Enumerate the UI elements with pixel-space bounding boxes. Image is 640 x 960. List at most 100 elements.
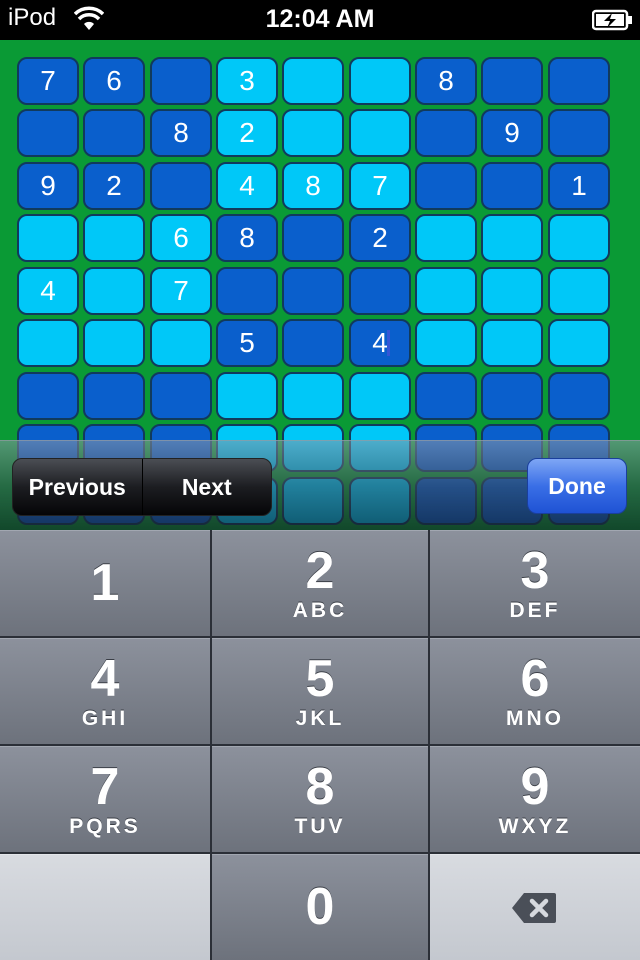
- sudoku-cell[interactable]: [83, 214, 145, 262]
- cell-value: 8: [173, 117, 189, 148]
- sudoku-cell[interactable]: [83, 267, 145, 315]
- cell-value: 2: [372, 222, 388, 253]
- sudoku-cell[interactable]: [481, 372, 543, 420]
- sudoku-cell[interactable]: 7: [17, 57, 79, 105]
- sudoku-cell[interactable]: 4: [17, 267, 79, 315]
- key-7[interactable]: 7 PQRS: [0, 746, 210, 852]
- sudoku-cell[interactable]: 8: [415, 57, 477, 105]
- cell-value: 1: [571, 170, 587, 201]
- sudoku-cell[interactable]: [349, 372, 411, 420]
- sudoku-cell[interactable]: [17, 109, 79, 157]
- sudoku-cell[interactable]: 6: [83, 57, 145, 105]
- sudoku-cell[interactable]: 5: [216, 319, 278, 367]
- key-5[interactable]: 5 JKL: [212, 638, 428, 744]
- sudoku-cell[interactable]: [282, 214, 344, 262]
- sudoku-cell[interactable]: [415, 109, 477, 157]
- sudoku-cell[interactable]: [481, 319, 543, 367]
- sudoku-cell[interactable]: [548, 372, 610, 420]
- sudoku-cell[interactable]: 7: [150, 267, 212, 315]
- cell-value: 4: [372, 327, 388, 358]
- sudoku-cell[interactable]: [282, 57, 344, 105]
- sudoku-cell[interactable]: 4: [349, 319, 411, 367]
- sudoku-cell[interactable]: [17, 372, 79, 420]
- sudoku-cell[interactable]: [548, 214, 610, 262]
- sudoku-cell[interactable]: 2: [216, 109, 278, 157]
- sudoku-cell[interactable]: [17, 214, 79, 262]
- sudoku-cell[interactable]: [415, 372, 477, 420]
- next-button[interactable]: Next: [141, 459, 272, 515]
- sudoku-cell[interactable]: [481, 162, 543, 210]
- sudoku-cell[interactable]: 6: [150, 214, 212, 262]
- sudoku-cell[interactable]: [150, 162, 212, 210]
- sudoku-cell[interactable]: [415, 214, 477, 262]
- sudoku-cell[interactable]: [548, 57, 610, 105]
- cell-value: 9: [504, 117, 520, 148]
- sudoku-cell[interactable]: [548, 267, 610, 315]
- sudoku-cell[interactable]: [282, 109, 344, 157]
- sudoku-cell[interactable]: [349, 57, 411, 105]
- done-button[interactable]: Done: [527, 458, 627, 514]
- key-letters: ABC: [292, 599, 348, 622]
- sudoku-cell[interactable]: [481, 57, 543, 105]
- sudoku-cell[interactable]: [415, 267, 477, 315]
- sudoku-cell[interactable]: 2: [349, 214, 411, 262]
- sudoku-cell[interactable]: 3: [216, 57, 278, 105]
- key-number: 3: [520, 542, 550, 600]
- status-time: 12:04 AM: [265, 5, 375, 33]
- prev-next-control: Previous Next: [12, 458, 272, 516]
- sudoku-cell[interactable]: 8: [150, 109, 212, 157]
- sudoku-cell[interactable]: 7: [349, 162, 411, 210]
- previous-button[interactable]: Previous: [13, 459, 142, 515]
- sudoku-cell[interactable]: [282, 319, 344, 367]
- key-number: 2: [305, 542, 335, 600]
- sudoku-cell[interactable]: [349, 109, 411, 157]
- sudoku-cell[interactable]: 1: [548, 162, 610, 210]
- cell-value: 8: [438, 65, 454, 96]
- cell-value: 2: [239, 117, 255, 148]
- sudoku-cell[interactable]: 8: [216, 214, 278, 262]
- cell-value: 9: [40, 170, 56, 201]
- sudoku-cell[interactable]: [282, 372, 344, 420]
- delete-key[interactable]: [430, 854, 640, 960]
- key-8[interactable]: 8 TUV: [212, 746, 428, 852]
- sudoku-cell[interactable]: 2: [83, 162, 145, 210]
- sudoku-cell[interactable]: [216, 372, 278, 420]
- sudoku-cell[interactable]: 9: [481, 109, 543, 157]
- key-6[interactable]: 6 MNO: [430, 638, 640, 744]
- cell-value: 7: [40, 65, 56, 96]
- key-2[interactable]: 2 ABC: [212, 530, 428, 636]
- sudoku-cell[interactable]: [349, 267, 411, 315]
- sudoku-cell[interactable]: [548, 109, 610, 157]
- sudoku-cell[interactable]: [150, 372, 212, 420]
- sudoku-cell[interactable]: [415, 162, 477, 210]
- sudoku-cell[interactable]: [83, 319, 145, 367]
- cell-value: 2: [106, 170, 122, 201]
- sudoku-cell[interactable]: 4: [216, 162, 278, 210]
- key-4[interactable]: 4 GHI: [0, 638, 210, 744]
- sudoku-cell[interactable]: 9: [17, 162, 79, 210]
- sudoku-cell[interactable]: [216, 267, 278, 315]
- key-letters: TUV: [294, 815, 346, 838]
- sudoku-cell[interactable]: [150, 57, 212, 105]
- sudoku-cell[interactable]: [282, 267, 344, 315]
- backspace-icon: [510, 891, 558, 930]
- sudoku-cell[interactable]: [83, 372, 145, 420]
- sudoku-cell[interactable]: [481, 267, 543, 315]
- key-number: 5: [305, 650, 335, 708]
- key-number: 1: [90, 554, 120, 612]
- cell-value: 5: [239, 327, 255, 358]
- sudoku-cell[interactable]: [548, 319, 610, 367]
- key-1[interactable]: 1: [0, 530, 210, 636]
- key-9[interactable]: 9 WXYZ: [430, 746, 640, 852]
- sudoku-cell[interactable]: [415, 319, 477, 367]
- key-number: 9: [520, 758, 550, 816]
- key-0[interactable]: 0: [212, 854, 428, 960]
- sudoku-cell[interactable]: [481, 214, 543, 262]
- key-number: 7: [90, 758, 120, 816]
- key-3[interactable]: 3 DEF: [430, 530, 640, 636]
- sudoku-cell[interactable]: [17, 319, 79, 367]
- sudoku-cell[interactable]: [150, 319, 212, 367]
- battery-charging-icon: [591, 9, 634, 36]
- sudoku-cell[interactable]: [83, 109, 145, 157]
- sudoku-cell[interactable]: 8: [282, 162, 344, 210]
